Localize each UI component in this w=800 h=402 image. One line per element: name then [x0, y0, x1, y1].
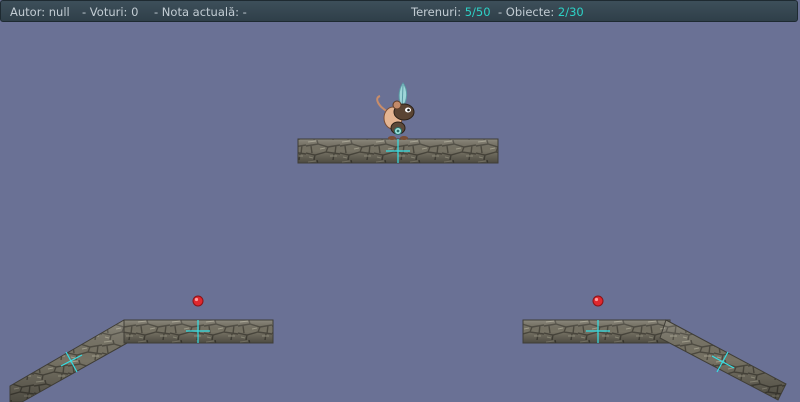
- mouse-shaman-sprite[interactable]: [376, 82, 415, 140]
- game-scene: [9, 82, 787, 402]
- spawn-point-left[interactable]: [192, 295, 204, 307]
- ground-left-ramp[interactable]: [9, 319, 137, 402]
- spawn-point-right[interactable]: [592, 295, 604, 307]
